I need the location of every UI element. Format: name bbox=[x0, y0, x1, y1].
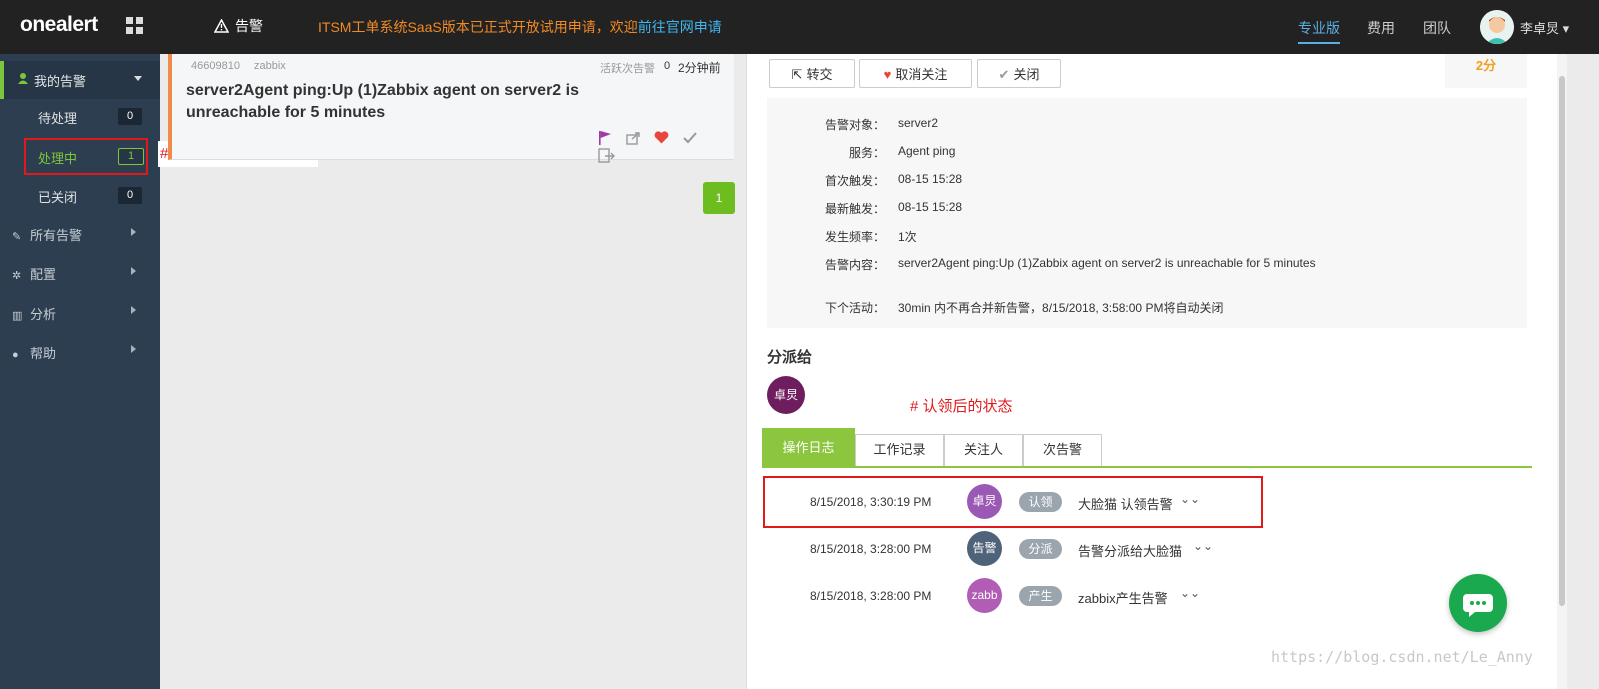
log-text: 告警分派给大脸猫 bbox=[1078, 544, 1183, 559]
nav-team[interactable]: 团队 bbox=[1423, 18, 1451, 38]
log-avatar: zabb bbox=[967, 578, 1002, 613]
user-icon bbox=[18, 73, 28, 84]
highlight-box-claim-log bbox=[763, 476, 1263, 528]
info-service-key: 服务： bbox=[848, 146, 885, 160]
nav-alert[interactable]: 告警 bbox=[213, 16, 263, 36]
app-logo[interactable]: onealert bbox=[20, 13, 98, 37]
question-icon: ● bbox=[12, 349, 19, 361]
tab-operation-log[interactable]: 操作日志 bbox=[762, 428, 855, 466]
closed-count-badge: 0 bbox=[118, 187, 142, 204]
log-text: zabbix产生告警 bbox=[1078, 591, 1168, 606]
sidebar-item-all-alerts[interactable]: ✎ 所有告警 bbox=[12, 225, 82, 244]
tab-work-record[interactable]: 工作记录 bbox=[855, 434, 944, 466]
sidebar-item-help[interactable]: ● 帮助 bbox=[12, 343, 56, 362]
info-freq-value: 1次 bbox=[898, 230, 917, 244]
info-next-value: 30min 内不再合并新告警，8/15/2018, 3:58:00 PM将自动关… bbox=[898, 301, 1224, 315]
sidebar-item-pending[interactable]: 待处理 bbox=[38, 108, 77, 127]
info-next-key: 下个活动： bbox=[824, 301, 885, 315]
sidebar-item-config[interactable]: ✲ 配置 bbox=[12, 264, 56, 283]
unfollow-button[interactable]: ♥ 取消关注 bbox=[859, 59, 972, 88]
chevron-right-icon bbox=[131, 267, 136, 275]
exit-icon[interactable] bbox=[598, 148, 615, 166]
heart-icon: ♥ bbox=[883, 67, 892, 82]
page-button-current[interactable]: 1 bbox=[703, 182, 735, 214]
user-avatar-icon bbox=[1480, 10, 1514, 44]
watermark: https://blog.csdn.net/Le_Anny bbox=[1271, 648, 1533, 666]
user-name[interactable]: 李卓炅 ▾ bbox=[1520, 18, 1569, 37]
check-icon: ✔ bbox=[998, 67, 1010, 82]
highlight-box-processing bbox=[24, 138, 148, 175]
info-latest-key: 最新触发： bbox=[824, 202, 885, 216]
announcement-link[interactable]: 前往官网申请 bbox=[638, 19, 722, 35]
announcement-text: ITSM工单系统SaaS版本已正式开放试用申请，欢迎 bbox=[318, 19, 638, 35]
scrollbar-thumb[interactable] bbox=[1559, 76, 1565, 606]
info-target-value: server2 bbox=[898, 116, 939, 130]
assign-title: 分派给 bbox=[767, 349, 813, 366]
alert-card[interactable]: 46609810 zabbix 活跃次告警 0 2分钟前 server2Agen… bbox=[168, 54, 734, 163]
log-time: 8/15/2018, 3:28:00 PM bbox=[810, 542, 932, 556]
sidebar-item-closed[interactable]: 已关闭 bbox=[38, 187, 77, 206]
bar-chart-icon: ▥ bbox=[12, 310, 23, 322]
sidebar-item-label: 我的告警 bbox=[34, 74, 87, 89]
tab-sub-alerts[interactable]: 次告警 bbox=[1023, 434, 1102, 466]
alert-actions bbox=[598, 130, 734, 166]
chevron-right-icon bbox=[131, 345, 136, 353]
info-first-key: 首次触发： bbox=[824, 174, 885, 188]
info-target-key: 告警对象： bbox=[824, 118, 885, 132]
alert-source: zabbix bbox=[254, 60, 286, 72]
transfer-button[interactable]: ⇱ 转交 bbox=[769, 59, 855, 88]
top-bar: onealert 告警 ITSM工单系统SaaS版本已正式开放试用申请，欢迎前往… bbox=[0, 0, 1599, 54]
chevron-right-icon bbox=[131, 228, 136, 236]
assignee-avatar[interactable]: 卓炅 bbox=[767, 376, 805, 414]
page-scrollbar[interactable] bbox=[1557, 54, 1567, 689]
info-content-value: server2Agent ping:Up (1)Zabbix agent on … bbox=[898, 256, 1316, 270]
pending-count-badge: 0 bbox=[118, 108, 142, 125]
active-sub-alert-label: 活跃次告警 bbox=[600, 63, 655, 75]
nav-pro[interactable]: 专业版 bbox=[1298, 18, 1340, 44]
apps-grid-icon[interactable] bbox=[126, 17, 144, 35]
nav-fee[interactable]: 费用 bbox=[1367, 18, 1395, 38]
check-icon[interactable] bbox=[683, 131, 697, 147]
log-tag: 分派 bbox=[1019, 539, 1062, 559]
log-row: 8/15/2018, 3:28:00 PM 告警 分派 告警分派给大脸猫 ⌄⌄ bbox=[747, 529, 1537, 569]
heart-icon[interactable] bbox=[654, 131, 669, 147]
gear-icon: ✲ bbox=[12, 270, 22, 282]
share-icon[interactable] bbox=[625, 131, 641, 148]
nav-alert-label: 告警 bbox=[235, 18, 263, 34]
score-badge: 2分 bbox=[1445, 54, 1527, 88]
announcement: ITSM工单系统SaaS版本已正式开放试用申请，欢迎前往官网申请 bbox=[318, 17, 722, 37]
info-content-key: 告警内容： bbox=[824, 258, 885, 272]
close-alert-button[interactable]: ✔ 关闭 bbox=[977, 59, 1061, 88]
alert-info-box: 告警对象： server2 服务： Agent ping 首次触发： 08-15… bbox=[767, 98, 1527, 328]
chevron-down-icon bbox=[134, 76, 142, 81]
info-service-value: Agent ping bbox=[898, 144, 956, 158]
detail-tabs: 操作日志 工作记录 关注人 次告警 bbox=[762, 428, 1532, 468]
sidebar-item-my-alerts[interactable]: 我的告警 bbox=[0, 61, 160, 99]
info-freq-key: 发生频率： bbox=[824, 230, 885, 244]
expand-chevron-icon[interactable]: ⌄⌄ bbox=[1193, 539, 1213, 553]
alert-title[interactable]: server2Agent ping:Up (1)Zabbix agent on … bbox=[186, 80, 606, 124]
user-avatar[interactable] bbox=[1480, 10, 1514, 44]
chat-button[interactable] bbox=[1449, 574, 1507, 632]
warning-icon bbox=[213, 18, 230, 33]
share-icon: ⇱ bbox=[791, 67, 803, 82]
pencil-icon: ✎ bbox=[12, 231, 22, 243]
info-latest-value: 08-15 15:28 bbox=[898, 200, 963, 214]
active-sub-alert-count: 0 bbox=[664, 60, 671, 72]
alert-time-ago: 2分钟前 bbox=[678, 61, 721, 75]
tab-followers[interactable]: 关注人 bbox=[944, 434, 1023, 466]
log-avatar: 告警 bbox=[967, 531, 1002, 566]
flag-icon[interactable] bbox=[598, 130, 612, 148]
alert-id: 46609810 bbox=[191, 60, 240, 72]
expand-chevron-icon[interactable]: ⌄⌄ bbox=[1180, 586, 1200, 600]
log-tag: 产生 bbox=[1019, 586, 1062, 606]
info-first-value: 08-15 15:28 bbox=[898, 172, 963, 186]
chat-bubble-icon bbox=[1463, 594, 1493, 617]
annotation-claimed: # 认领后的状态 bbox=[910, 398, 1013, 415]
log-time: 8/15/2018, 3:28:00 PM bbox=[810, 589, 932, 603]
sidebar-item-analysis[interactable]: ▥ 分析 bbox=[12, 304, 56, 323]
chevron-right-icon bbox=[131, 306, 136, 314]
alert-detail-panel: ⇱ 转交 ♥ 取消关注 ✔ 关闭 2分 告警对象： server2 服务： Agent… bbox=[746, 54, 1557, 689]
log-row: 8/15/2018, 3:28:00 PM zabb 产生 zabbix产生告警… bbox=[747, 576, 1537, 616]
